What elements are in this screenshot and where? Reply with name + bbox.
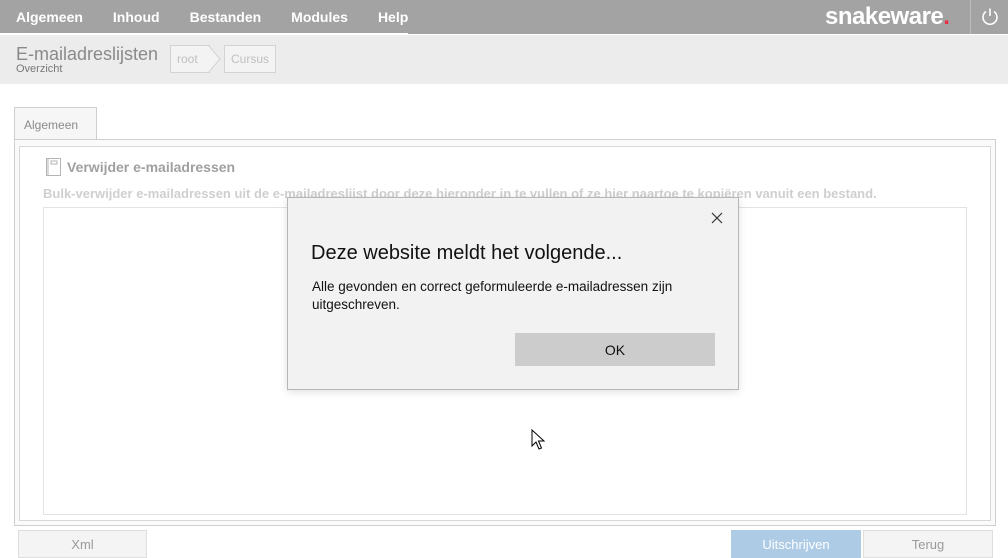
uitschrijven-button[interactable]: Uitschrijven [731, 530, 861, 558]
xml-button[interactable]: Xml [18, 530, 147, 558]
terug-button[interactable]: Terug [863, 530, 993, 558]
breadcrumb-arrow-icon [208, 45, 221, 73]
section-title: Verwijder e-mailadressen [67, 159, 236, 175]
dialog-title: Deze website meldt het volgende... [311, 242, 623, 264]
breadcrumb-root[interactable]: root [170, 45, 210, 73]
logo-dot: . [943, 3, 950, 30]
menu-item-algemeen[interactable]: Algemeen [16, 9, 83, 25]
menu-item-help[interactable]: Help [378, 9, 408, 25]
ok-button[interactable]: OK [515, 333, 715, 366]
menu-item-modules[interactable]: Modules [291, 9, 348, 25]
breadcrumb-cursus[interactable]: Cursus [224, 45, 276, 73]
menu-item-bestanden[interactable]: Bestanden [190, 9, 262, 25]
dialog-message: Alle gevonden en correct geformuleerde e… [312, 279, 673, 312]
alert-dialog: Deze website meldt het volgende... Alle … [287, 197, 739, 390]
top-navigation-bar: Algemeen Inhoud Bestanden Modules Help s… [0, 0, 1008, 35]
close-icon[interactable] [708, 209, 726, 227]
tab-algemeen[interactable]: Algemeen [14, 107, 97, 140]
document-icon [46, 158, 61, 176]
menu-item-inhoud[interactable]: Inhoud [113, 9, 160, 25]
power-button[interactable] [970, 0, 1008, 34]
page-header: E-mailadreslijsten Overzicht root Cursus [0, 35, 1008, 84]
power-icon [981, 8, 998, 25]
snakeware-logo: snakeware. [825, 3, 950, 31]
main-menu: Algemeen Inhoud Bestanden Modules Help [16, 0, 438, 34]
page-title: E-mailadreslijsten [16, 44, 159, 64]
page-subtitle: Overzicht [16, 63, 63, 75]
mouse-cursor-icon [531, 429, 545, 450]
logo-text: snakeware [825, 3, 944, 30]
